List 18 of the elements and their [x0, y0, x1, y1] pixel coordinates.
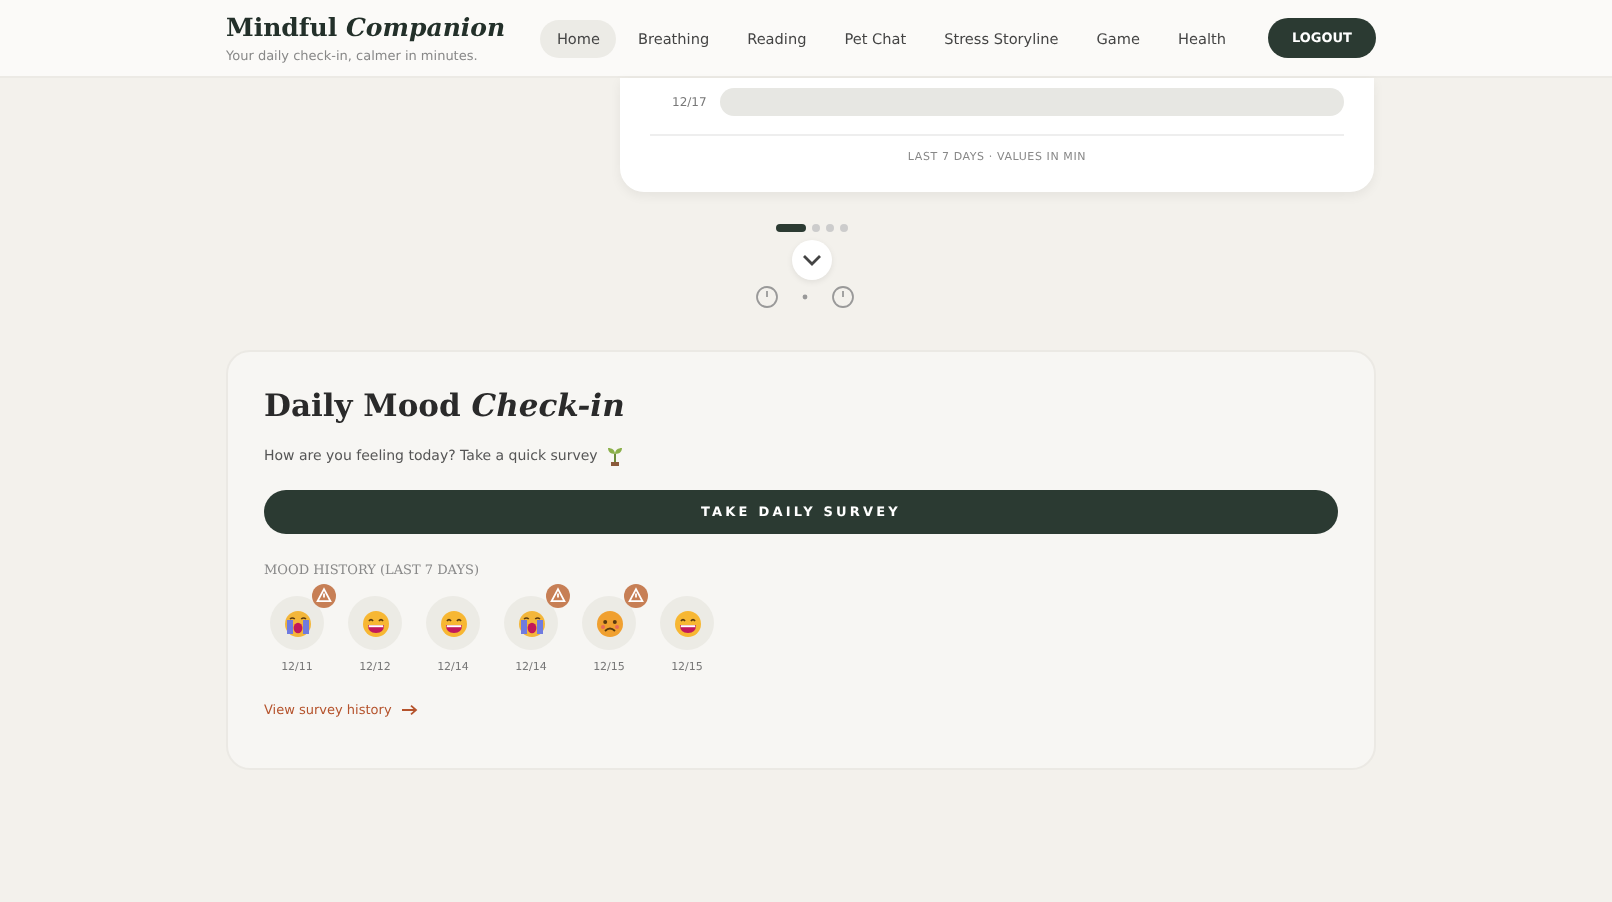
separator-dot-icon — [802, 293, 808, 299]
mood-entry[interactable] — [582, 596, 636, 650]
carousel-dot[interactable] — [812, 224, 820, 232]
card-title: Daily Mood Check-in — [264, 386, 627, 424]
chevron-down-icon — [802, 254, 822, 266]
mood-entry[interactable] — [426, 596, 480, 650]
mood-entry[interactable] — [504, 596, 558, 650]
timer-icon — [756, 284, 778, 308]
mood-entry[interactable] — [660, 596, 714, 650]
mood-entry[interactable] — [348, 596, 402, 650]
timer-icon — [832, 284, 854, 308]
seedling-icon — [605, 446, 624, 466]
arrow-right-icon — [401, 704, 418, 716]
brand-logo: Mindful Companion — [226, 12, 506, 42]
mood-entry[interactable] — [270, 596, 324, 650]
scroll-down-button[interactable] — [792, 240, 832, 280]
carousel-dot[interactable] — [840, 224, 848, 232]
carousel-dot[interactable] — [826, 224, 834, 232]
